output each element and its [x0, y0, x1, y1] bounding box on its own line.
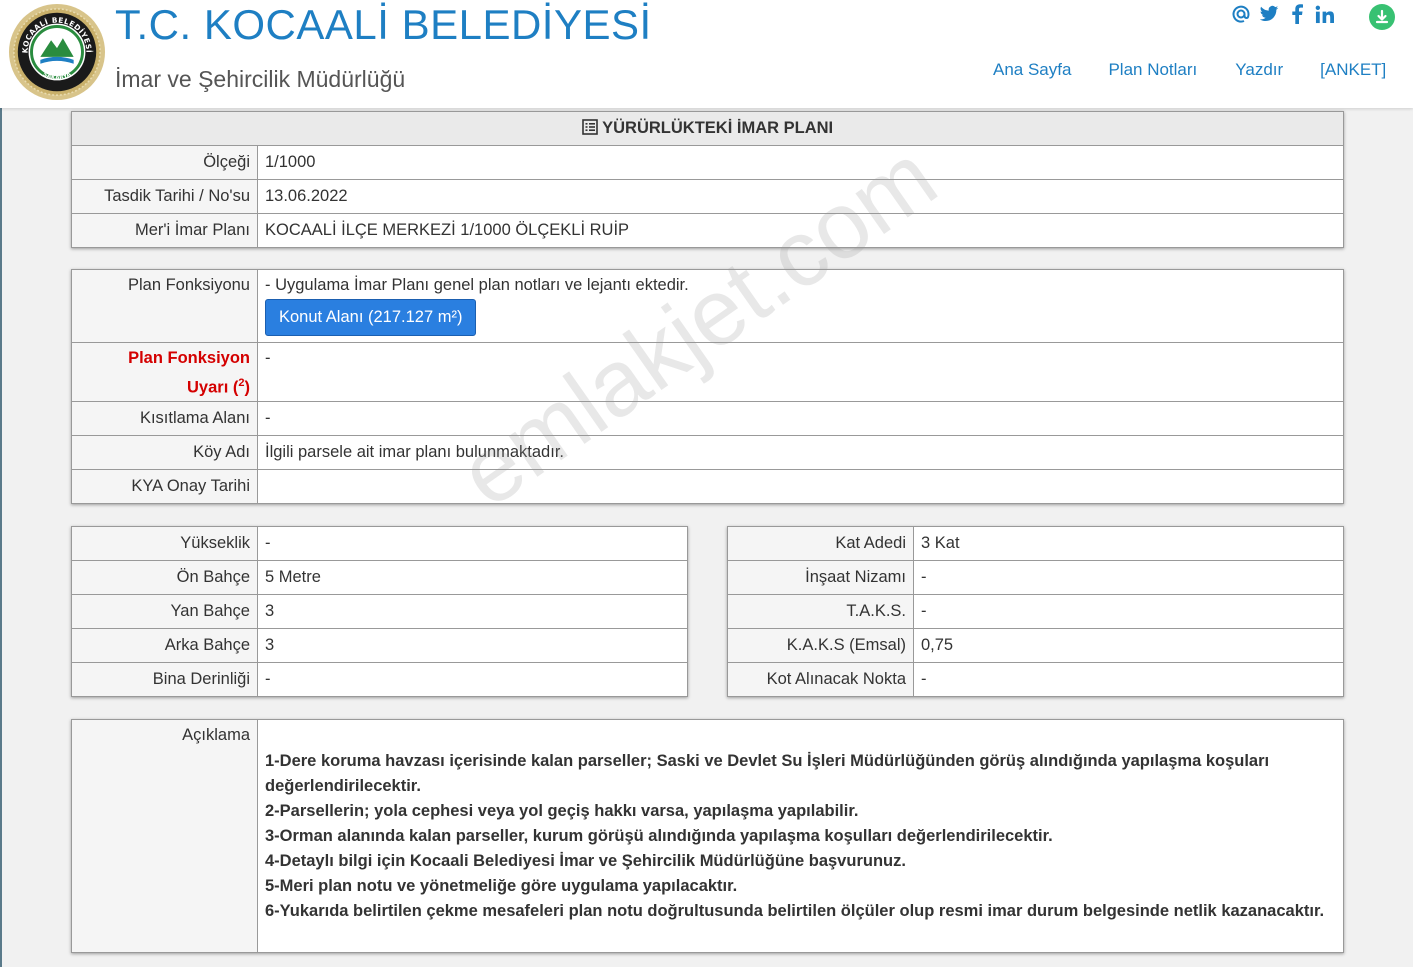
table-row: Kot Alınacak Nokta - — [727, 662, 1344, 697]
row-label: K.A.K.S (Emsal) — [727, 628, 914, 663]
nav-ana-sayfa[interactable]: Ana Sayfa — [993, 60, 1071, 80]
table-row: Bina Derinliği - — [71, 662, 688, 697]
nav-yazdir[interactable]: Yazdır — [1235, 60, 1283, 80]
row-label: Bina Derinliği — [71, 662, 258, 697]
row-label: Kat Adedi — [727, 526, 914, 561]
at-icon[interactable] — [1231, 3, 1251, 25]
plan-fonksiyonu-label: Plan Fonksiyonu — [71, 269, 258, 343]
row-value: 3 Kat — [913, 526, 1344, 561]
download-icon[interactable] — [1369, 4, 1395, 30]
left-edge-strip — [0, 0, 2, 967]
note-item: 5-Meri plan notu ve yönetmeliğe göre uyg… — [265, 877, 738, 895]
site-title: T.C. KOCAALİ BELEDİYESİ — [115, 1, 652, 48]
building-right-table: Kat Adedi 3 Kat İnşaat Nizamı - T.A.K.S.… — [727, 526, 1344, 697]
facebook-icon[interactable] — [1291, 3, 1303, 25]
row-label: Yükseklik — [71, 526, 258, 561]
nav-plan-notlari[interactable]: Plan Notları — [1108, 60, 1197, 80]
building-left-table: Yükseklik - Ön Bahçe 5 Metre Yan Bahçe 3… — [71, 526, 688, 697]
row-value: - — [257, 400, 1344, 436]
konut-alani-button[interactable]: Konut Alanı (217.127 m²) — [265, 299, 477, 336]
table-row: KYA Onay Tarihi — [71, 468, 1344, 504]
table-row: T.A.K.S. - — [727, 594, 1344, 629]
plan-heading-text: YÜRÜRLÜKTEKİ İMAR PLANI — [602, 119, 834, 137]
row-value: 1/1000 — [257, 145, 1344, 180]
note-item: 1-Dere koruma havzası içerisinde kalan p… — [265, 752, 1270, 795]
row-label: Kot Alınacak Nokta — [727, 662, 914, 697]
row-value: 3 — [257, 594, 688, 629]
table-row: Köy Adı İlgili parsele ait imar planı bu… — [71, 434, 1344, 470]
table-row: İnşaat Nizamı - — [727, 560, 1344, 595]
row-value: İlgili parsele ait imar planı bulunmakta… — [257, 434, 1344, 470]
row-label: Arka Bahçe — [71, 628, 258, 663]
plan-table-heading: YÜRÜRLÜKTEKİ İMAR PLANI — [71, 111, 1344, 146]
row-value: 13.06.2022 — [257, 179, 1344, 214]
aciklama-table: Açıklama 1-Dere koruma havzası içerisind… — [71, 719, 1344, 953]
table-row: Ön Bahçe 5 Metre — [71, 560, 688, 595]
municipality-logo: KOCAALİ BELEDİYESİ SAKARYA — [8, 3, 106, 101]
table-row: Ölçeği 1/1000 — [71, 145, 1344, 180]
row-value: - — [913, 662, 1344, 697]
row-value: - — [913, 594, 1344, 629]
row-value — [257, 468, 1344, 504]
row-value: - — [257, 526, 688, 561]
row-label: Mer'i İmar Planı — [71, 213, 258, 248]
twitter-icon[interactable] — [1259, 3, 1279, 25]
table-row: Tasdik Tarihi / No'su 13.06.2022 — [71, 179, 1344, 214]
row-label: Köy Adı — [71, 434, 258, 470]
table-row: Plan Fonksiyonu - Uygulama İmar Planı ge… — [71, 269, 1344, 343]
plan-fonksiyon-uyari-label: Plan Fonksiyon Uyarı (2) — [71, 342, 258, 402]
nav-anket[interactable]: [ANKET] — [1320, 60, 1386, 80]
row-value: - — [257, 662, 688, 697]
row-value: KOCAALİ İLÇE MERKEZİ 1/1000 ÖLÇEKLİ RUİP — [257, 213, 1344, 248]
function-table: Plan Fonksiyonu - Uygulama İmar Planı ge… — [71, 269, 1344, 504]
row-label: İnşaat Nizamı — [727, 560, 914, 595]
top-nav: Ana Sayfa Plan Notları Yazdır [ANKET] — [993, 60, 1386, 80]
site-header: KOCAALİ BELEDİYESİ SAKARYA T.C. KOCAALİ … — [0, 0, 1413, 108]
site-subtitle: İmar ve Şehircilik Müdürlüğü — [115, 66, 406, 92]
note-item: 4-Detaylı bilgi için Kocaali Belediyesi … — [265, 852, 906, 870]
note-item: 2-Parsellerin; yola cephesi veya yol geç… — [265, 802, 859, 820]
row-label: T.A.K.S. — [727, 594, 914, 629]
row-label: Tasdik Tarihi / No'su — [71, 179, 258, 214]
row-label: Ön Bahçe — [71, 560, 258, 595]
aciklama-notes: 1-Dere koruma havzası içerisinde kalan p… — [265, 724, 1336, 924]
row-value: 3 — [257, 628, 688, 663]
note-item: 6-Yukarıda belirtilen çekme mesafeleri p… — [265, 902, 1325, 920]
table-row: Yan Bahçe 3 — [71, 594, 688, 629]
row-label: Kısıtlama Alanı — [71, 400, 258, 436]
list-alt-icon — [582, 119, 598, 135]
table-row: Açıklama 1-Dere koruma havzası içerisind… — [71, 719, 1344, 953]
row-value: - — [913, 560, 1344, 595]
table-row: Plan Fonksiyon Uyarı (2) - — [71, 342, 1344, 402]
aciklama-label: Açıklama — [71, 719, 258, 953]
plan-table: YÜRÜRLÜKTEKİ İMAR PLANI Ölçeği 1/1000 Ta… — [71, 111, 1344, 248]
table-row: Yükseklik - — [71, 526, 688, 561]
row-label: KYA Onay Tarihi — [71, 468, 258, 504]
plan-fonksiyon-uyari-value: - — [257, 342, 1344, 402]
table-row: Mer'i İmar Planı KOCAALİ İLÇE MERKEZİ 1/… — [71, 213, 1344, 248]
row-label: Yan Bahçe — [71, 594, 258, 629]
table-row: K.A.K.S (Emsal) 0,75 — [727, 628, 1344, 663]
plan-fonksiyonu-text: - Uygulama İmar Planı genel plan notları… — [265, 276, 689, 294]
row-label: Ölçeği — [71, 145, 258, 180]
row-value: 5 Metre — [257, 560, 688, 595]
note-item: 3-Orman alanında kalan parseller, kurum … — [265, 827, 1053, 845]
table-row: Kat Adedi 3 Kat — [727, 526, 1344, 561]
table-row: Arka Bahçe 3 — [71, 628, 688, 663]
row-value: 0,75 — [913, 628, 1344, 663]
linkedin-icon[interactable] — [1315, 3, 1334, 25]
table-row: Kısıtlama Alanı - — [71, 400, 1344, 436]
